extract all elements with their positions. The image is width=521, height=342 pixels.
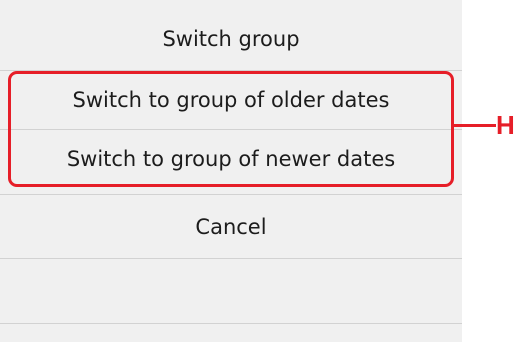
empty-menu-row bbox=[0, 259, 462, 323]
divider bbox=[0, 323, 462, 324]
menu-title: Switch group bbox=[162, 27, 300, 51]
highlight-box bbox=[8, 71, 454, 187]
callout-line bbox=[454, 124, 496, 127]
cancel-button[interactable]: Cancel bbox=[0, 195, 462, 258]
callout-label: H bbox=[496, 110, 515, 140]
